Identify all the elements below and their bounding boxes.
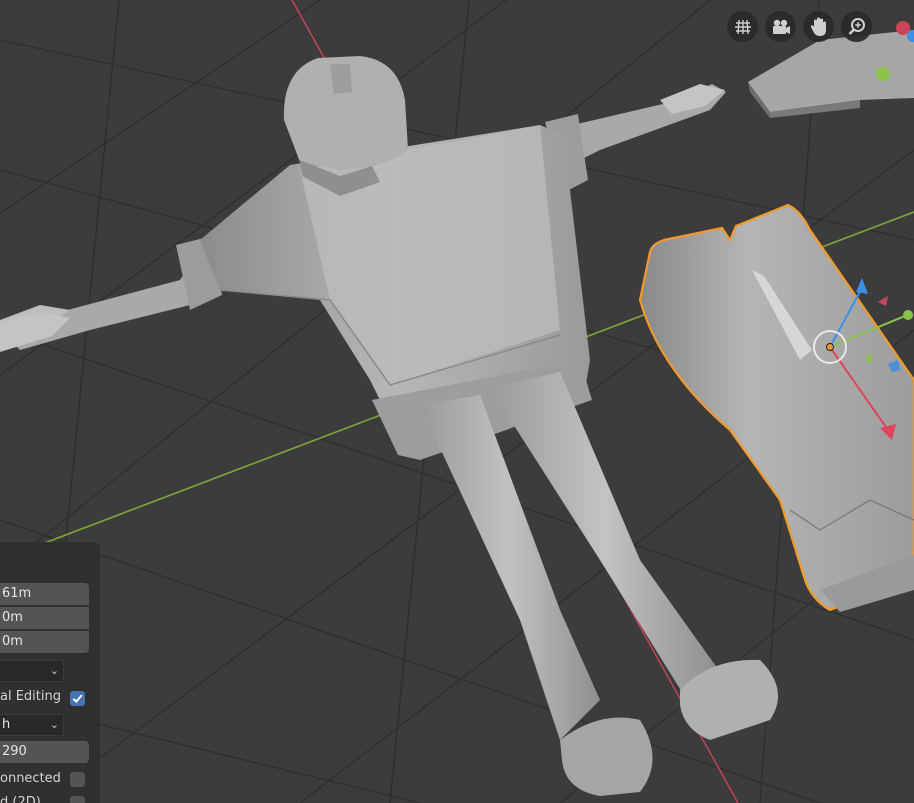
falloff-value: h	[2, 717, 11, 732]
connected-only-label: onnected	[0, 771, 61, 786]
checkmark-icon	[72, 694, 83, 704]
scene-canvas[interactable]	[0, 0, 914, 803]
connected-only-checkbox[interactable]	[70, 772, 85, 787]
grid-icon	[733, 17, 753, 37]
move-y-field[interactable]: 0m	[0, 607, 89, 629]
proportional-editing-label: al Editing	[0, 689, 61, 704]
zoom-view-button[interactable]	[841, 11, 872, 42]
hand-pan-icon	[809, 16, 829, 38]
move-x-field[interactable]: 61m	[0, 583, 89, 605]
zoom-icon	[847, 17, 867, 37]
camera-view-button[interactable]	[765, 11, 796, 42]
orientation-dropdown[interactable]: ⌄	[0, 660, 64, 682]
chevron-down-icon: ⌄	[49, 718, 59, 731]
toggle-grid-button[interactable]	[727, 11, 758, 42]
character-mesh[interactable]	[0, 56, 778, 796]
camera-icon	[770, 17, 792, 37]
pan-view-button[interactable]	[803, 11, 834, 42]
falloff-dropdown[interactable]: h ⌄	[0, 714, 64, 736]
projected-2d-label: d (2D)	[0, 795, 41, 803]
adjust-last-operation-panel[interactable]: 61m 0m 0m ⌄ al Editing h ⌄ 290 onnected …	[0, 542, 100, 803]
chevron-down-icon: ⌄	[49, 664, 59, 677]
projected-2d-checkbox[interactable]	[70, 796, 85, 803]
proportional-size-field[interactable]: 290	[0, 741, 89, 763]
move-z-field[interactable]: 0m	[0, 631, 89, 653]
proportional-editing-checkbox[interactable]	[70, 691, 85, 706]
3d-viewport[interactable]: 61m 0m 0m ⌄ al Editing h ⌄ 290 onnected …	[0, 0, 914, 803]
